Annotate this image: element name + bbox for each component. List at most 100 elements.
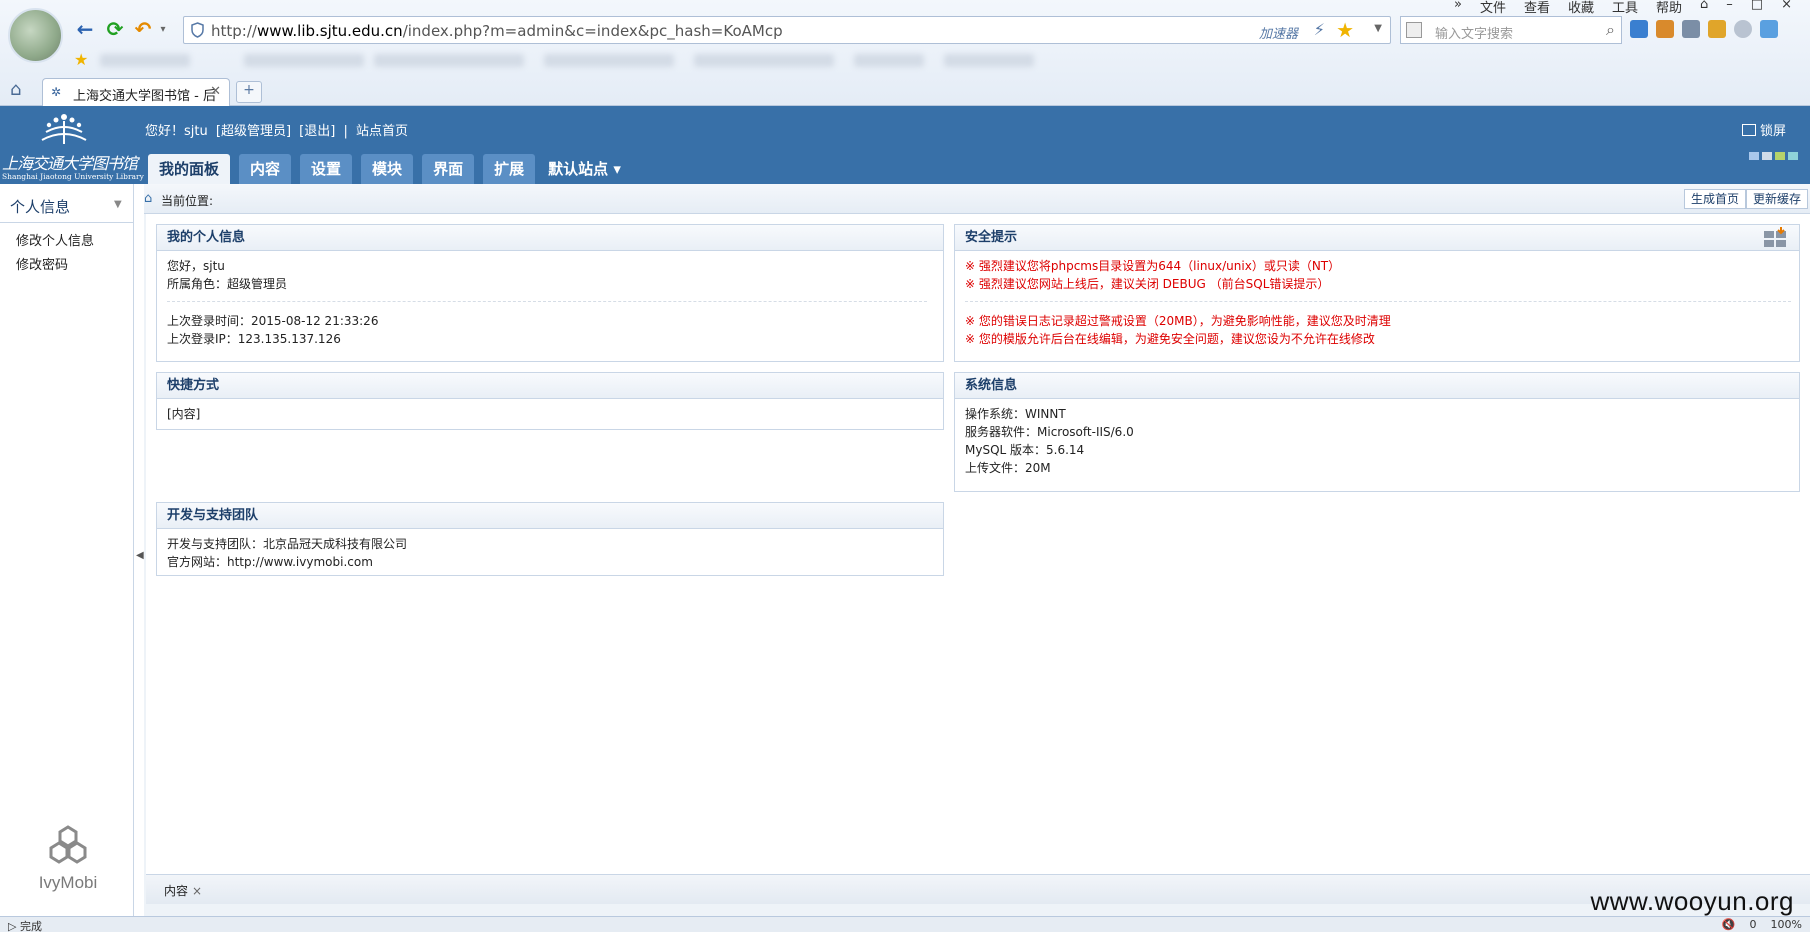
sidebar-toggle-icon[interactable]: ◀ bbox=[136, 550, 144, 561]
bookmark-item[interactable] bbox=[694, 54, 834, 67]
favorite-star-icon[interactable]: ★ bbox=[1336, 18, 1354, 42]
shield-icon bbox=[191, 22, 204, 38]
last-login-ip: 上次登录IP：123.135.137.126 bbox=[167, 332, 341, 346]
sidebar-item-change-password[interactable]: 修改密码 bbox=[16, 254, 68, 273]
divider bbox=[965, 301, 1791, 302]
bookmark-item[interactable] bbox=[100, 54, 190, 67]
menu-file[interactable]: 文件 bbox=[1480, 0, 1506, 16]
logout-link[interactable]: [退出] bbox=[299, 124, 335, 139]
divider bbox=[0, 222, 133, 223]
blocked-count[interactable]: 0 bbox=[1750, 918, 1757, 931]
accelerator-label[interactable]: 加速器 bbox=[1259, 23, 1298, 42]
lock-screen-button[interactable]: 锁屏 bbox=[1741, 120, 1786, 139]
download-icon[interactable] bbox=[1760, 20, 1778, 38]
theme-blue[interactable] bbox=[1749, 152, 1759, 160]
generate-home-button[interactable]: 生成首页 bbox=[1683, 189, 1746, 209]
window-close-icon[interactable]: × bbox=[1781, 0, 1792, 16]
zoom-level[interactable]: 100% bbox=[1771, 918, 1802, 931]
official-site[interactable]: 官方网站：http://www.ivymobi.com bbox=[167, 553, 933, 571]
status-bar: ▷ 完成 🔇 0 100% bbox=[0, 916, 1810, 933]
sidebar-item-edit-profile[interactable]: 修改个人信息 bbox=[16, 230, 94, 249]
window-restore-icon[interactable]: ⌂ bbox=[1700, 0, 1708, 16]
role-link[interactable]: [超级管理员] bbox=[216, 124, 291, 139]
menu-tools[interactable]: 工具 bbox=[1612, 0, 1638, 16]
hello-text: 您好，sjtu bbox=[167, 259, 225, 273]
team-text: 开发与支持团队：北京品冠天成科技有限公司 bbox=[167, 537, 408, 551]
refresh-icon[interactable]: ⟳ bbox=[102, 16, 128, 42]
window-minimize-icon[interactable]: – bbox=[1726, 0, 1733, 16]
screenshot-icon[interactable] bbox=[1656, 20, 1674, 38]
close-icon[interactable]: ✕ bbox=[210, 84, 221, 99]
browser-tab[interactable]: ✲ 上海交通大学图书馆 - 后 ✕ bbox=[42, 78, 230, 106]
bookmark-star-icon[interactable]: ★ bbox=[74, 50, 88, 69]
logo-text-cn: 上海交通大学图书馆 bbox=[2, 154, 138, 173]
admin-header: 上海交通大学图书馆 Shanghai Jiaotong University L… bbox=[0, 106, 1810, 184]
address-bar[interactable]: http://www.lib.sjtu.edu.cn/index.php?m=a… bbox=[183, 16, 1391, 44]
close-icon[interactable]: × bbox=[192, 884, 202, 898]
tab-title: 上海交通大学图书馆 - 后 bbox=[73, 89, 216, 104]
tab-modules[interactable]: 模块 bbox=[361, 154, 414, 184]
server-info: 服务器软件：Microsoft-IIS/6.0 bbox=[965, 425, 1134, 439]
bookmark-item[interactable] bbox=[374, 54, 524, 67]
panel-shortcuts: 快捷方式 [内容] bbox=[156, 372, 944, 430]
bottom-tab-content[interactable]: 内容 × bbox=[164, 882, 202, 899]
theme-cyan[interactable] bbox=[1788, 152, 1798, 160]
dashboard-content: 我的个人信息 您好，sjtu 所属角色：超级管理员 上次登录时间：2015-08… bbox=[146, 214, 1810, 874]
back-icon[interactable]: ← bbox=[72, 16, 98, 42]
theme-green[interactable] bbox=[1775, 152, 1785, 160]
new-tab-button[interactable]: + bbox=[236, 81, 262, 103]
theme-swatches bbox=[1749, 152, 1798, 160]
logo-text-en: Shanghai Jiaotong University Library bbox=[2, 172, 144, 181]
bookmark-item[interactable] bbox=[544, 54, 674, 67]
layout-toggle-icon[interactable] bbox=[1763, 227, 1789, 249]
addon-icon[interactable] bbox=[1708, 20, 1726, 38]
menu-favorites[interactable]: 收藏 bbox=[1568, 0, 1594, 16]
play-icon[interactable]: ▷ bbox=[8, 920, 16, 933]
search-engine-icon[interactable] bbox=[1406, 22, 1422, 38]
home-icon[interactable]: ⌂ bbox=[10, 79, 21, 100]
bookmark-item[interactable] bbox=[854, 54, 924, 67]
menu-view[interactable]: 查看 bbox=[1524, 0, 1550, 16]
security-tip: ※ 强烈建议您网站上线后，建议关闭 DEBUG （前台SQL错误提示） bbox=[965, 277, 1330, 291]
ivymobi-name: IvyMobi bbox=[38, 873, 98, 892]
bookmark-item[interactable] bbox=[244, 54, 364, 67]
site-selector-label: 默认站点 bbox=[548, 160, 609, 178]
tab-content[interactable]: 内容 bbox=[239, 154, 292, 184]
update-cache-button[interactable]: 更新缓存 bbox=[1745, 189, 1808, 209]
site-home-link[interactable]: 站点首页 bbox=[356, 124, 408, 139]
collapse-arrow-icon[interactable]: ▼ bbox=[114, 199, 122, 210]
lightning-icon[interactable]: ⚡ bbox=[1314, 20, 1325, 39]
tab-extensions[interactable]: 扩展 bbox=[483, 154, 536, 184]
window-maximize-icon[interactable]: □ bbox=[1751, 0, 1763, 16]
site-selector[interactable]: 默认站点 ▾ bbox=[544, 154, 625, 184]
sidebar-title[interactable]: 个人信息 bbox=[10, 196, 70, 217]
status-label: 完成 bbox=[19, 920, 42, 933]
search-icon[interactable]: ⌕ bbox=[1606, 20, 1615, 40]
menu-more[interactable]: » bbox=[1454, 0, 1462, 16]
ivymobi-hex-icon bbox=[49, 825, 87, 864]
breadcrumb: ⌂ 当前位置: 生成首页 更新缓存 bbox=[144, 184, 1810, 214]
url-text[interactable]: http://www.lib.sjtu.edu.cn/index.php?m=a… bbox=[211, 22, 783, 40]
panel-system-info: 系统信息 操作系统：WINNT 服务器软件：Microsoft-IIS/6.0 … bbox=[954, 372, 1800, 492]
theme-gray[interactable] bbox=[1762, 152, 1772, 160]
bookmark-item[interactable] bbox=[944, 54, 1034, 67]
translate-icon[interactable] bbox=[1630, 20, 1648, 38]
greeting-text: 您好！sjtu bbox=[145, 124, 208, 139]
undo-dropdown-icon[interactable]: ▾ bbox=[150, 16, 176, 42]
scissors-icon[interactable] bbox=[1682, 20, 1700, 38]
shortcut-link[interactable]: [内容] bbox=[167, 405, 933, 423]
tab-my-panel[interactable]: 我的面板 bbox=[148, 154, 231, 184]
menu-help[interactable]: 帮助 bbox=[1656, 0, 1682, 16]
breadcrumb-label: 当前位置: bbox=[161, 194, 214, 208]
user-greeting: 您好！sjtu [超级管理员] [退出] | 站点首页 bbox=[145, 120, 412, 139]
user-avatar[interactable] bbox=[8, 8, 63, 63]
tab-settings[interactable]: 设置 bbox=[300, 154, 353, 184]
mute-icon[interactable]: 🔇 bbox=[1722, 918, 1736, 931]
tab-interface[interactable]: 界面 bbox=[422, 154, 475, 184]
more-icon[interactable] bbox=[1734, 20, 1752, 38]
library-logo[interactable]: 上海交通大学图书馆 Shanghai Jiaotong University L… bbox=[0, 110, 144, 184]
search-box[interactable]: 输入文字搜索 ⌕ bbox=[1400, 16, 1622, 44]
home-icon[interactable]: ⌂ bbox=[144, 191, 152, 206]
bottom-tab-label: 内容 bbox=[164, 884, 189, 898]
url-dropdown-icon[interactable]: ▼ bbox=[1374, 23, 1382, 34]
